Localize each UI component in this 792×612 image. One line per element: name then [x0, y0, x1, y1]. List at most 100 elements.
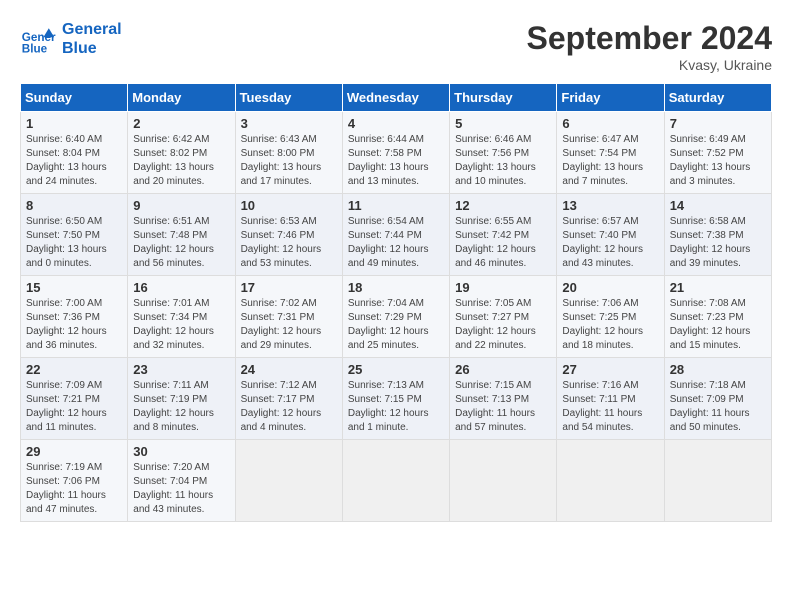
calendar-cell: 3 Sunrise: 6:43 AMSunset: 8:00 PMDaylight… [235, 112, 342, 194]
calendar-cell: 9 Sunrise: 6:51 AMSunset: 7:48 PMDaylight… [128, 194, 235, 276]
calendar-week-row: 15 Sunrise: 7:00 AMSunset: 7:36 PMDayligh… [21, 276, 772, 358]
day-info: Sunrise: 7:08 AMSunset: 7:23 PMDaylight:… [670, 297, 766, 353]
day-info: Sunrise: 7:00 AMSunset: 7:36 PMDaylight:… [26, 297, 122, 353]
day-info: Sunrise: 6:51 AMSunset: 7:48 PMDaylight:… [133, 215, 229, 271]
calendar-cell: 10 Sunrise: 6:53 AMSunset: 7:46 PMDayligh… [235, 194, 342, 276]
calendar-cell: 2 Sunrise: 6:42 AMSunset: 8:02 PMDaylight… [128, 112, 235, 194]
calendar-cell: 1 Sunrise: 6:40 AMSunset: 8:04 PMDaylight… [21, 112, 128, 194]
calendar-cell: 21 Sunrise: 7:08 AMSunset: 7:23 PMDayligh… [664, 276, 771, 358]
day-number: 12 [455, 198, 551, 213]
calendar-week-row: 8 Sunrise: 6:50 AMSunset: 7:50 PMDaylight… [21, 194, 772, 276]
day-info: Sunrise: 6:53 AMSunset: 7:46 PMDaylight:… [241, 215, 337, 271]
day-info: Sunrise: 6:49 AMSunset: 7:52 PMDaylight:… [670, 133, 766, 189]
day-info: Sunrise: 7:12 AMSunset: 7:17 PMDaylight:… [241, 379, 337, 435]
day-number: 8 [26, 198, 122, 213]
calendar-week-row: 1 Sunrise: 6:40 AMSunset: 8:04 PMDaylight… [21, 112, 772, 194]
calendar-cell: 18 Sunrise: 7:04 AMSunset: 7:29 PMDayligh… [342, 276, 449, 358]
day-info: Sunrise: 6:43 AMSunset: 8:00 PMDaylight:… [241, 133, 337, 189]
day-number: 29 [26, 444, 122, 459]
day-number: 11 [348, 198, 444, 213]
day-info: Sunrise: 7:15 AMSunset: 7:13 PMDaylight:… [455, 379, 551, 435]
day-info: Sunrise: 6:57 AMSunset: 7:40 PMDaylight:… [562, 215, 658, 271]
day-info: Sunrise: 6:47 AMSunset: 7:54 PMDaylight:… [562, 133, 658, 189]
logo: General Blue General Blue [20, 20, 122, 58]
day-info: Sunrise: 7:13 AMSunset: 7:15 PMDaylight:… [348, 379, 444, 435]
day-info: Sunrise: 6:42 AMSunset: 8:02 PMDaylight:… [133, 133, 229, 189]
calendar-cell: 20 Sunrise: 7:06 AMSunset: 7:25 PMDayligh… [557, 276, 664, 358]
day-number: 3 [241, 116, 337, 131]
day-info: Sunrise: 7:04 AMSunset: 7:29 PMDaylight:… [348, 297, 444, 353]
page-header: General Blue General Blue September 2024… [20, 20, 772, 73]
day-number: 20 [562, 280, 658, 295]
calendar-cell: 22 Sunrise: 7:09 AMSunset: 7:21 PMDayligh… [21, 358, 128, 440]
day-number: 4 [348, 116, 444, 131]
day-number: 1 [26, 116, 122, 131]
weekday-header-friday: Friday [557, 84, 664, 112]
day-info: Sunrise: 7:05 AMSunset: 7:27 PMDaylight:… [455, 297, 551, 353]
day-info: Sunrise: 6:50 AMSunset: 7:50 PMDaylight:… [26, 215, 122, 271]
day-info: Sunrise: 6:44 AMSunset: 7:58 PMDaylight:… [348, 133, 444, 189]
calendar-cell: 6 Sunrise: 6:47 AMSunset: 7:54 PMDaylight… [557, 112, 664, 194]
day-info: Sunrise: 7:18 AMSunset: 7:09 PMDaylight:… [670, 379, 766, 435]
day-number: 9 [133, 198, 229, 213]
calendar-cell [557, 440, 664, 522]
location: Kvasy, Ukraine [527, 57, 772, 73]
day-info: Sunrise: 6:58 AMSunset: 7:38 PMDaylight:… [670, 215, 766, 271]
day-number: 26 [455, 362, 551, 377]
logo-general: General [62, 20, 122, 39]
day-number: 23 [133, 362, 229, 377]
day-info: Sunrise: 7:20 AMSunset: 7:04 PMDaylight:… [133, 461, 229, 517]
calendar-cell [664, 440, 771, 522]
day-info: Sunrise: 6:55 AMSunset: 7:42 PMDaylight:… [455, 215, 551, 271]
day-info: Sunrise: 7:06 AMSunset: 7:25 PMDaylight:… [562, 297, 658, 353]
day-number: 7 [670, 116, 766, 131]
day-number: 13 [562, 198, 658, 213]
calendar-cell: 29Sunrise: 7:19 AMSunset: 7:06 PMDayligh… [21, 440, 128, 522]
day-number: 24 [241, 362, 337, 377]
day-number: 14 [670, 198, 766, 213]
day-number: 16 [133, 280, 229, 295]
calendar-cell: 28 Sunrise: 7:18 AMSunset: 7:09 PMDayligh… [664, 358, 771, 440]
day-number: 6 [562, 116, 658, 131]
day-number: 18 [348, 280, 444, 295]
weekday-header-row: SundayMondayTuesdayWednesdayThursdayFrid… [21, 84, 772, 112]
weekday-header-thursday: Thursday [450, 84, 557, 112]
day-info: Sunrise: 6:54 AMSunset: 7:44 PMDaylight:… [348, 215, 444, 271]
calendar-cell [235, 440, 342, 522]
calendar-cell: 27Sunrise: 7:16 AMSunset: 7:11 PMDayligh… [557, 358, 664, 440]
day-number: 2 [133, 116, 229, 131]
day-number: 17 [241, 280, 337, 295]
logo-blue: Blue [62, 39, 122, 58]
day-info: Sunrise: 7:01 AMSunset: 7:34 PMDaylight:… [133, 297, 229, 353]
day-number: 25 [348, 362, 444, 377]
calendar-cell: 5 Sunrise: 6:46 AMSunset: 7:56 PMDaylight… [450, 112, 557, 194]
day-info: Sunrise: 6:46 AMSunset: 7:56 PMDaylight:… [455, 133, 551, 189]
day-info: Sunrise: 7:02 AMSunset: 7:31 PMDaylight:… [241, 297, 337, 353]
day-number: 22 [26, 362, 122, 377]
day-number: 10 [241, 198, 337, 213]
day-info: Sunrise: 7:09 AMSunset: 7:21 PMDaylight:… [26, 379, 122, 435]
day-number: 5 [455, 116, 551, 131]
calendar-cell: 16 Sunrise: 7:01 AMSunset: 7:34 PMDayligh… [128, 276, 235, 358]
day-number: 15 [26, 280, 122, 295]
day-number: 28 [670, 362, 766, 377]
day-info: Sunrise: 7:16 AMSunset: 7:11 PMDaylight:… [562, 379, 658, 435]
day-number: 21 [670, 280, 766, 295]
calendar-cell: 25 Sunrise: 7:13 AMSunset: 7:15 PMDayligh… [342, 358, 449, 440]
calendar-cell: 17 Sunrise: 7:02 AMSunset: 7:31 PMDayligh… [235, 276, 342, 358]
calendar-week-row: 29Sunrise: 7:19 AMSunset: 7:06 PMDayligh… [21, 440, 772, 522]
weekday-header-sunday: Sunday [21, 84, 128, 112]
calendar-cell: 13 Sunrise: 6:57 AMSunset: 7:40 PMDayligh… [557, 194, 664, 276]
calendar-cell: 19 Sunrise: 7:05 AMSunset: 7:27 PMDayligh… [450, 276, 557, 358]
calendar-cell: 11 Sunrise: 6:54 AMSunset: 7:44 PMDayligh… [342, 194, 449, 276]
weekday-header-saturday: Saturday [664, 84, 771, 112]
calendar-cell: 7 Sunrise: 6:49 AMSunset: 7:52 PMDaylight… [664, 112, 771, 194]
calendar-cell [342, 440, 449, 522]
day-number: 19 [455, 280, 551, 295]
calendar-cell: 14 Sunrise: 6:58 AMSunset: 7:38 PMDayligh… [664, 194, 771, 276]
calendar-cell: 30 Sunrise: 7:20 AMSunset: 7:04 PMDayligh… [128, 440, 235, 522]
day-number: 30 [133, 444, 229, 459]
calendar-cell: 24 Sunrise: 7:12 AMSunset: 7:17 PMDayligh… [235, 358, 342, 440]
day-info: Sunrise: 6:40 AMSunset: 8:04 PMDaylight:… [26, 133, 122, 189]
weekday-header-wednesday: Wednesday [342, 84, 449, 112]
